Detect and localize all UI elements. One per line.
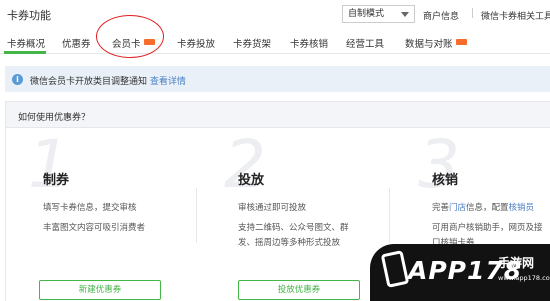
step-title: 制券 [43,173,70,188]
annotation-circle [96,15,164,58]
step-title: 核销 [432,173,459,188]
tab-card-redemption[interactable]: 卡券核销 [290,36,328,50]
wechat-card-tools-link[interactable]: 微信卡券相关工具 [481,9,550,22]
store-link[interactable]: 门店 [449,203,466,213]
step-title: 投放 [238,173,265,188]
watermark-sub: 手游网 [498,256,535,270]
notice-bar: i 微信会员卡开放类目调整通知 查看详情 [5,66,550,92]
tab-card-shelf[interactable]: 卡券货架 [233,36,271,50]
merchant-info-link[interactable]: 商户信息 [423,9,459,22]
step-text: 信息，配置 [466,203,509,213]
header-divider [472,8,473,18]
watermark-url: www.app178.com [498,274,550,282]
tab-data-reconciliation[interactable]: 数据与对账 [405,36,467,50]
panel-header: 如何使用优惠券？ [6,102,550,128]
step-desc-line: 完善门店信息，配置核销员 [432,201,534,213]
tab-coupons[interactable]: 优惠券 [62,36,91,50]
site-watermark: APP178 手游网 www.app178.com [370,244,550,301]
notice-message: 微信会员卡开放类目调整通知 [30,77,148,87]
redeemer-link[interactable]: 核销员 [509,203,535,213]
step-text: 完善 [432,203,450,213]
distribute-coupon-button[interactable]: 投放优惠券 [238,280,360,300]
step-desc-line: 可用商户核销助手，网页及接 [432,223,543,233]
mode-select-value: 自制模式 [348,9,385,19]
step-number: 1 [28,126,70,203]
active-tab-indicator [4,51,46,54]
step-distribute: 2 投放 审核通过即可投放 支持二维码、公众号图文、群 发、摇周边等多种形式投放… [197,129,387,301]
step-desc-line: 丰富图文内容可吸引消费者 [43,223,146,233]
tab-label: 数据与对账 [405,39,453,50]
chevron-down-icon [401,12,409,17]
step-create: 1 制券 填写卡券信息，提交审核 丰富图文内容可吸引消费者 新建优惠券 [6,129,196,301]
step-desc-line: 发、摇周边等多种形式投放 [238,238,341,248]
mode-select[interactable]: 自制模式 [342,5,415,23]
notice-details-link[interactable]: 查看详情 [150,77,186,87]
page-title: 卡券功能 [7,9,51,22]
phone-logo-icon [380,250,410,288]
tab-bar: 卡券概况 优惠券 会员卡 卡券投放 卡券货架 卡券核销 经营工具 数据与对账 [0,28,550,54]
step-number: 3 [418,126,460,203]
step-number: 2 [224,126,266,203]
create-coupon-button[interactable]: 新建优惠券 [39,280,161,300]
tab-business-tools[interactable]: 经营工具 [346,36,384,50]
top-header: 卡券功能 自制模式 商户信息 微信卡券相关工具 [0,0,550,28]
step-desc-line: 支持二维码、公众号图文、群 [238,223,349,233]
panel-title: 如何使用优惠券？ [18,113,91,123]
tab-card-overview[interactable]: 卡券概况 [7,36,45,50]
new-badge-icon [455,39,467,45]
notice-text: 微信会员卡开放类目调整通知 查看详情 [30,74,186,87]
step-desc-line: 填写卡券信息，提交审核 [43,203,137,213]
tab-card-distribution[interactable]: 卡券投放 [177,36,215,50]
info-icon: i [12,74,23,85]
step-desc-line: 审核通过即可投放 [238,203,307,213]
